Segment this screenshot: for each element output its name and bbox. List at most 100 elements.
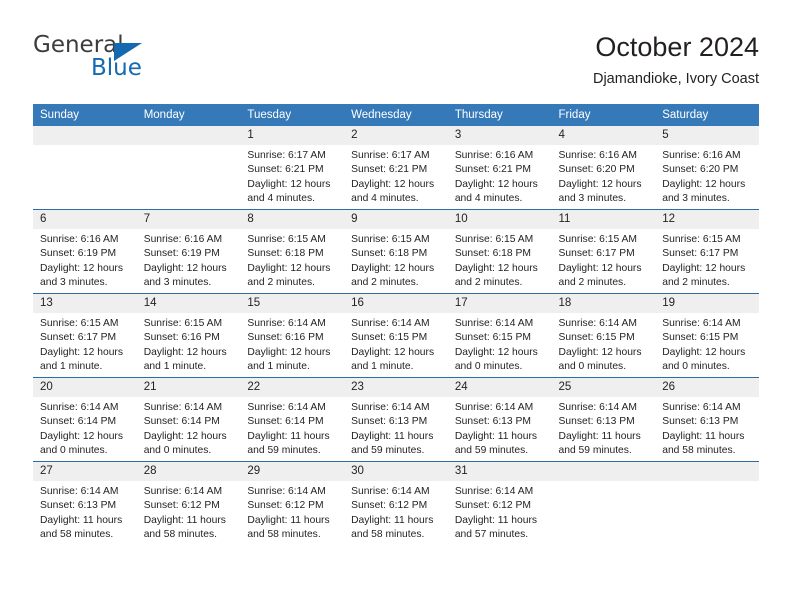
calendar-day-cell[interactable]: 21 Sunrise: 6:14 AM Sunset: 6:14 PM Dayligh…: [136, 377, 241, 462]
calendar-day-cell[interactable]: 5 Sunrise: 6:16 AM Sunset: 6:20 PM Daylight…: [655, 126, 759, 210]
sunrise-text: Sunrise: 6:14 AM: [454, 318, 534, 329]
calendar-day-cell[interactable]: 1 Sunrise: 6:17 AM Sunset: 6:21 PM Daylight…: [240, 126, 345, 210]
calendar-day-cell[interactable]: 9 Sunrise: 6:15 AM Sunset: 6:18 PM Daylight…: [344, 209, 448, 294]
sunset-text: Sunset: 6:18 PM: [351, 248, 428, 260]
daylight-text: and 1 minute.: [40, 361, 103, 373]
day-details: Sunrise: 6:14 AM Sunset: 6:13 PM Daylight:…: [552, 397, 656, 459]
day-details: Sunrise: 6:17 AM Sunset: 6:21 PM Daylight:…: [240, 145, 344, 207]
sunrise-text: Sunrise: 6:14 AM: [558, 402, 637, 413]
weekday-headers: Sunday Monday Tuesday Wednesday Thursday Frid…: [33, 104, 759, 126]
daylight-text: and 0 minutes.: [454, 361, 523, 373]
sunset-text: Sunset: 6:15 PM: [454, 332, 531, 344]
day-number: [136, 126, 241, 145]
daylight-text: and 59 minutes.: [454, 445, 529, 457]
general-blue-logo[interactable]: General Blue: [33, 30, 213, 86]
calendar-day-cell[interactable]: 29 Sunrise: 6:14 AM Sunset: 6:12 PM Dayligh…: [240, 461, 345, 545]
calendar-day-cell[interactable]: 19 Sunrise: 6:14 AM Sunset: 6:15 PM Dayligh…: [655, 293, 759, 378]
day-details: Sunrise: 6:16 AM Sunset: 6:20 PM Daylight:…: [552, 145, 656, 207]
daylight-text: and 3 minutes.: [40, 277, 108, 289]
sunset-text: Sunset: 6:15 PM: [558, 332, 635, 344]
calendar-day-cell[interactable]: 26 Sunrise: 6:14 AM Sunset: 6:13 PM Dayligh…: [655, 377, 759, 462]
calendar-week-row: 13 Sunrise: 6:15 AM Sunset: 6:17 PM Dayligh…: [33, 293, 759, 378]
sunrise-text: Sunrise: 6:15 AM: [247, 234, 326, 245]
location-subtitle: Djamandioke, Ivory Coast: [592, 71, 759, 87]
calendar-day-cell[interactable]: 4 Sunrise: 6:16 AM Sunset: 6:20 PM Daylight…: [551, 126, 656, 210]
calendar-day-cell[interactable]: 28 Sunrise: 6:14 AM Sunset: 6:12 PM Dayligh…: [136, 461, 241, 545]
calendar-day-cell[interactable]: 20 Sunrise: 6:14 AM Sunset: 6:14 PM Dayligh…: [33, 377, 137, 462]
day-number: [655, 462, 759, 481]
daylight-text: Daylight: 12 hours: [40, 262, 123, 274]
calendar-day-cell[interactable]: 11 Sunrise: 6:15 AM Sunset: 6:17 PM Dayligh…: [551, 209, 656, 294]
day-details: Sunrise: 6:14 AM Sunset: 6:15 PM Daylight:…: [655, 313, 759, 375]
calendar-day-cell[interactable]: 16 Sunrise: 6:14 AM Sunset: 6:15 PM Dayligh…: [344, 293, 448, 378]
day-details: Sunrise: 6:14 AM Sunset: 6:15 PM Daylight:…: [344, 313, 448, 375]
calendar-day-cell[interactable]: 27 Sunrise: 6:14 AM Sunset: 6:13 PM Dayligh…: [33, 461, 137, 545]
day-details: Sunrise: 6:15 AM Sunset: 6:17 PM Daylight:…: [33, 313, 137, 375]
sunrise-text: Sunrise: 6:14 AM: [40, 402, 119, 413]
sunset-text: Sunset: 6:21 PM: [351, 164, 428, 176]
sunrise-text: Sunrise: 6:14 AM: [351, 486, 430, 497]
calendar-day-cell[interactable]: 18 Sunrise: 6:14 AM Sunset: 6:15 PM Dayligh…: [551, 293, 656, 378]
day-number: 21: [136, 378, 241, 397]
calendar-day-cell[interactable]: 15 Sunrise: 6:14 AM Sunset: 6:16 PM Dayligh…: [240, 293, 345, 378]
day-number: 31: [447, 462, 552, 481]
daylight-text: Daylight: 11 hours: [351, 514, 434, 526]
calendar-day-cell[interactable]: 24 Sunrise: 6:14 AM Sunset: 6:13 PM Dayligh…: [447, 377, 552, 462]
day-details: [33, 145, 137, 149]
sunrise-text: Sunrise: 6:14 AM: [143, 486, 223, 497]
calendar-day-cell[interactable]: 23 Sunrise: 6:14 AM Sunset: 6:13 PM Dayligh…: [344, 377, 448, 462]
calendar-day-cell[interactable]: 3 Sunrise: 6:16 AM Sunset: 6:21 PM Daylight…: [447, 126, 552, 210]
day-details: Sunrise: 6:16 AM Sunset: 6:19 PM Daylight:…: [137, 229, 241, 291]
sunrise-text: Sunrise: 6:14 AM: [662, 402, 741, 413]
day-number: 3: [447, 126, 552, 145]
sunset-text: Sunset: 6:17 PM: [40, 332, 117, 344]
day-details: Sunrise: 6:15 AM Sunset: 6:18 PM Daylight:…: [344, 229, 448, 291]
sunrise-text: Sunrise: 6:15 AM: [40, 318, 119, 329]
day-details: Sunrise: 6:16 AM Sunset: 6:21 PM Daylight:…: [448, 145, 552, 207]
calendar-day-cell-empty: [655, 461, 759, 545]
sunset-text: Sunset: 6:17 PM: [662, 248, 739, 260]
day-details: Sunrise: 6:15 AM Sunset: 6:17 PM Daylight:…: [552, 229, 656, 291]
calendar-day-cell[interactable]: 14 Sunrise: 6:15 AM Sunset: 6:16 PM Dayligh…: [136, 293, 241, 378]
calendar-day-cell[interactable]: 10 Sunrise: 6:15 AM Sunset: 6:18 PM Dayligh…: [447, 209, 552, 294]
daylight-text: Daylight: 12 hours: [143, 262, 227, 274]
sunrise-text: Sunrise: 6:15 AM: [143, 318, 223, 329]
sunset-text: Sunset: 6:12 PM: [351, 500, 428, 512]
calendar-day-cell[interactable]: 30 Sunrise: 6:14 AM Sunset: 6:12 PM Dayligh…: [344, 461, 448, 545]
daylight-text: Daylight: 12 hours: [662, 262, 746, 274]
day-details: [655, 481, 759, 485]
calendar-day-cell[interactable]: 8 Sunrise: 6:15 AM Sunset: 6:18 PM Daylight…: [240, 209, 345, 294]
calendar-day-cell-empty: [551, 461, 656, 545]
daylight-text: and 58 minutes.: [662, 445, 736, 457]
daylight-text: Daylight: 12 hours: [351, 178, 435, 190]
daylight-text: and 3 minutes.: [662, 193, 730, 205]
daylight-text: Daylight: 12 hours: [247, 346, 331, 358]
calendar-day-cell[interactable]: 13 Sunrise: 6:15 AM Sunset: 6:17 PM Dayligh…: [33, 293, 137, 378]
calendar-day-cell[interactable]: 7 Sunrise: 6:16 AM Sunset: 6:19 PM Daylight…: [136, 209, 241, 294]
daylight-text: Daylight: 12 hours: [662, 346, 746, 358]
calendar-day-cell[interactable]: 17 Sunrise: 6:14 AM Sunset: 6:15 PM Dayligh…: [447, 293, 552, 378]
day-details: Sunrise: 6:16 AM Sunset: 6:20 PM Daylight:…: [655, 145, 759, 207]
daylight-text: Daylight: 12 hours: [247, 262, 331, 274]
sunset-text: Sunset: 6:14 PM: [40, 416, 117, 428]
weekday-header-friday: Friday: [551, 104, 656, 126]
calendar-day-cell[interactable]: 6 Sunrise: 6:16 AM Sunset: 6:19 PM Daylight…: [33, 209, 137, 294]
day-details: Sunrise: 6:14 AM Sunset: 6:12 PM Daylight:…: [448, 481, 552, 543]
page-title: October 2024: [595, 32, 759, 62]
sunrise-text: Sunrise: 6:17 AM: [247, 150, 326, 161]
calendar-week-row: 27 Sunrise: 6:14 AM Sunset: 6:13 PM Dayligh…: [33, 461, 759, 545]
day-details: Sunrise: 6:14 AM Sunset: 6:14 PM Daylight:…: [137, 397, 241, 459]
day-number: 8: [240, 210, 345, 229]
calendar-grid: Sunday Monday Tuesday Wednesday Thursday Frid…: [33, 104, 759, 545]
day-details: Sunrise: 6:15 AM Sunset: 6:18 PM Daylight:…: [448, 229, 552, 291]
calendar-day-cell[interactable]: 2 Sunrise: 6:17 AM Sunset: 6:21 PM Daylight…: [344, 126, 448, 210]
sunset-text: Sunset: 6:13 PM: [40, 500, 117, 512]
weekday-header-monday: Monday: [136, 104, 241, 126]
calendar-day-cell[interactable]: 12 Sunrise: 6:15 AM Sunset: 6:17 PM Dayligh…: [655, 209, 759, 294]
daylight-text: and 2 minutes.: [351, 277, 419, 289]
daylight-text: and 58 minutes.: [247, 529, 321, 541]
calendar-day-cell[interactable]: 25 Sunrise: 6:14 AM Sunset: 6:13 PM Dayligh…: [551, 377, 656, 462]
calendar-day-cell[interactable]: 31 Sunrise: 6:14 AM Sunset: 6:12 PM Dayligh…: [447, 461, 552, 545]
daylight-text: Daylight: 11 hours: [454, 514, 538, 526]
calendar-day-cell[interactable]: 22 Sunrise: 6:14 AM Sunset: 6:14 PM Dayligh…: [240, 377, 345, 462]
